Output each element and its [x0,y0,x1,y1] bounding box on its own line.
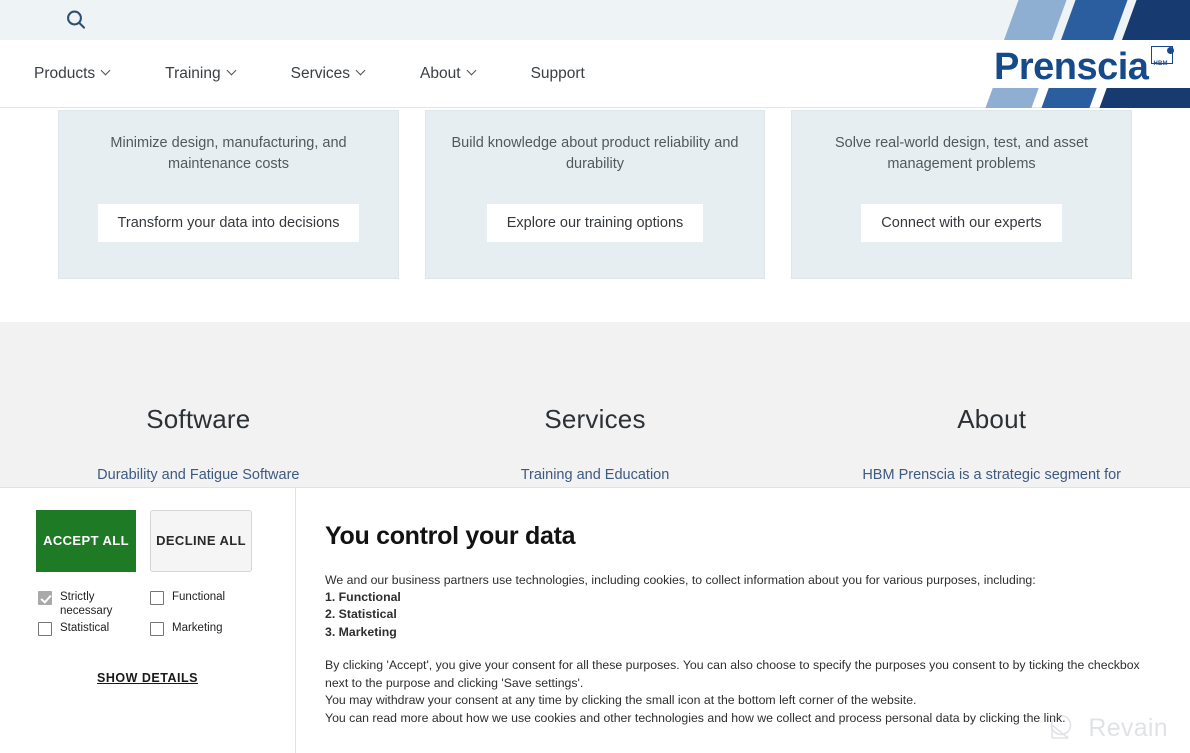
promo-card-text: Solve real-world design, test, and asset… [834,135,1089,173]
cookie-consent-banner: ACCEPT ALL DECLINE ALL Strictly necessar… [0,487,1190,753]
logo-stripe-light [983,88,1039,108]
checkbox-icon [150,591,164,605]
cookie-purpose-3: 3. Marketing [325,624,397,639]
checkbox-icon [38,621,52,636]
nav-item-label: Training [165,64,221,82]
nav-item-label: Products [34,64,96,82]
nav-item-products[interactable]: Products [22,57,123,91]
footer-columns: Software Durability and Fatigue Software… [0,322,1190,485]
consent-functional[interactable]: Functional [150,590,288,619]
footer-column-heading: Software [146,404,251,434]
promo-card-button[interactable]: Connect with our experts [861,204,1062,242]
show-details-link[interactable]: SHOW DETAILS [0,671,295,685]
footer-column-software: Software Durability and Fatigue Software [0,404,397,485]
chevron-down-icon [468,67,477,76]
checkbox-icon [150,621,164,636]
checkbox-icon [38,591,52,605]
consent-label: Functional [172,591,226,603]
logo-stripe-light [1003,0,1069,40]
cookie-paragraph-3: You can read more about how we use cooki… [325,710,1066,725]
footer-link[interactable]: Training and Education [397,465,794,485]
nav-item-training[interactable]: Training [153,57,248,91]
chevron-down-icon [102,67,111,76]
cookie-intro: We and our business partners use technol… [325,572,1036,587]
nav-item-support[interactable]: Support [519,57,597,91]
footer-link[interactable]: HBM Prenscia is a strategic segment for [793,465,1190,485]
promo-card: Solve real-world design, test, and asset… [791,110,1132,279]
cookie-button-row: ACCEPT ALL DECLINE ALL [36,510,275,572]
consent-label: Statistical [60,621,110,634]
chevron-down-icon [357,67,366,76]
footer-column-heading: Services [544,404,646,434]
promo-card-button[interactable]: Transform your data into decisions [97,204,360,242]
promo-card-text: Build knowledge about product reliabilit… [451,135,739,173]
consent-statistical[interactable]: Statistical [38,621,150,636]
hbm-label: HBM [1153,61,1168,67]
consent-checkbox-grid: Strictly necessary Functional Statistica… [38,590,288,638]
consent-strictly-necessary[interactable]: Strictly necessary [38,590,150,619]
logo-stripe-dark [1097,88,1190,108]
logo-wordmark[interactable]: Prenscia HBM [994,44,1190,90]
footer-column-services: Services Training and Education [397,404,794,485]
cookie-paragraph-1: By clicking 'Accept', you give your cons… [325,658,1140,690]
logo-text: Prenscia [994,46,1149,88]
footer-column-about: About HBM Prenscia is a strategic segmen… [793,404,1190,485]
promo-card: Minimize design, manufacturing, and main… [58,110,399,279]
promo-card-text: Minimize design, manufacturing, and main… [110,135,347,173]
footer-link[interactable]: Durability and Fatigue Software [0,465,397,485]
consent-marketing[interactable]: Marketing [150,621,288,636]
nav-list: Products Training Services About Support [22,57,597,91]
promo-card: Build knowledge about product reliabilit… [425,110,765,279]
cookie-paragraph-2: You may withdraw your consent at any tim… [325,693,917,708]
promo-card-button[interactable]: Explore our training options [486,204,704,242]
nav-item-label: Support [530,64,585,82]
logo-stripe-mid [1060,0,1130,40]
nav-item-services[interactable]: Services [279,57,378,91]
decline-all-button[interactable]: DECLINE ALL [150,510,252,572]
consent-label: Marketing [172,621,223,634]
cookie-title: You control your data [325,522,576,550]
nav-item-about[interactable]: About [408,57,489,91]
cookie-controls-panel: ACCEPT ALL DECLINE ALL Strictly necessar… [0,488,296,753]
nav-item-label: About [420,64,461,82]
logo-stripe-mid [1039,88,1097,108]
site-logo[interactable]: Prenscia HBM [972,0,1190,108]
accept-all-button[interactable]: ACCEPT ALL [36,510,136,572]
search-icon[interactable] [63,7,89,33]
chevron-down-icon [228,67,237,76]
hbm-logo-icon: HBM [1151,46,1175,68]
cookie-purpose-1: 1. Functional [325,589,401,604]
consent-label: Strictly necessary [60,591,113,618]
cookie-purpose-2: 2. Statistical [325,607,397,622]
cookie-body: We and our business partners use technol… [325,572,1150,728]
page-root: Products Training Services About Support [0,0,1190,753]
promo-cards: Minimize design, manufacturing, and main… [58,110,1132,279]
footer-column-heading: About [957,404,1027,434]
nav-item-label: Services [290,64,351,82]
logo-stripe-dark [1121,0,1190,40]
cookie-text-panel: You control your data We and our busines… [296,488,1190,753]
